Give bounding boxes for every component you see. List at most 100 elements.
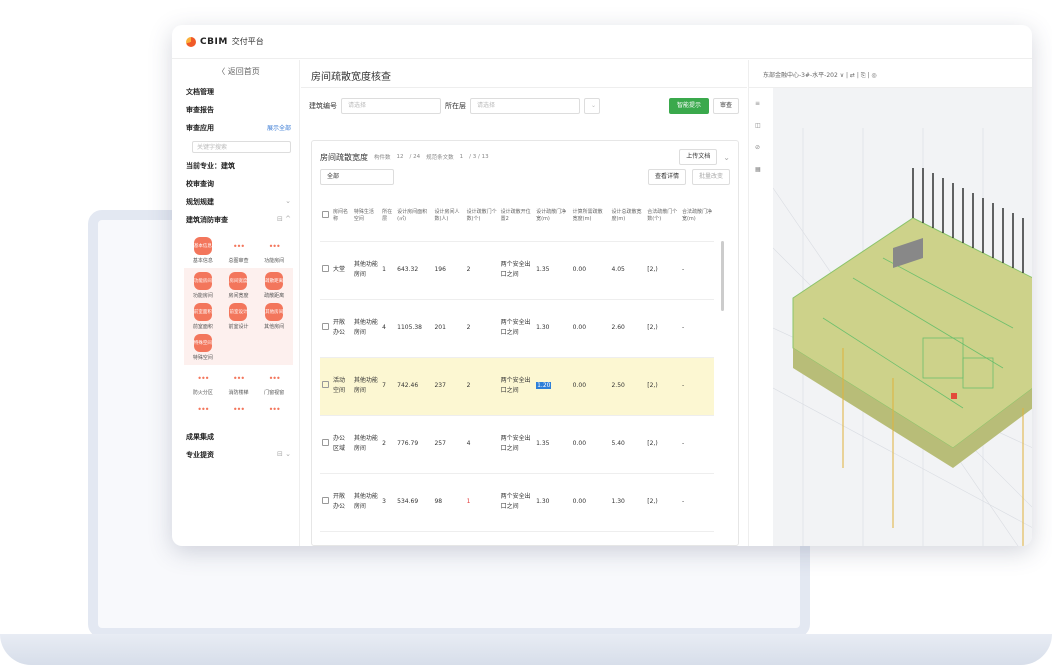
row-checkbox[interactable] [320,473,331,532]
tool-item[interactable]: 特殊空间 特殊空间 [186,334,220,361]
tool-item[interactable]: ••• 总图审查 [222,237,256,264]
floor-select-chevron[interactable]: ⌄ [584,98,600,114]
smart-hint-button[interactable]: 智能提示 [668,98,709,114]
detail-button[interactable]: 查看详情 [647,169,686,185]
table-row[interactable]: 办公区域 其他功能房间 2 776.79 257 4 两个安全出口之间 1.35 0.00 5.4… [320,415,714,474]
column-header: 设计疏散开位置2 [498,191,535,242]
tool-item[interactable]: ••• [186,400,220,420]
tool-item[interactable]: ••• 防火分区 [186,369,220,396]
table-row[interactable]: 开敞办公 其他功能房间 4 1105.38 201 2 两个安全出口之间 1.30 0.00 2.… [320,299,714,358]
result-card: 房间疏散宽度 构件数 12 / 24 规范条文数 1 / 3 / 13 上传文档… [311,140,739,546]
keyword-search-input[interactable]: 关键字搜索 [192,141,291,153]
building-label: 建筑编号 [309,102,337,110]
table-cell: 742.46 [395,357,433,416]
review-button[interactable]: 审查 [712,98,739,114]
show-all-link[interactable]: 展示全部 [267,123,291,133]
table-row[interactable]: 大堂 其他功能房间 1 643.32 196 2 两个安全出口之间 1.35 0.00 4.05[… [320,241,714,300]
model-viewer: 东部金融中心-3#-水平-202 ∨ | ⇄ | ⎘ | ◎ ≡ ◫ ⊘ ▦ [748,60,1032,546]
row-checkbox[interactable] [320,415,331,474]
tool-item[interactable]: 房间宽度 房间宽度 [222,272,256,299]
tool-label: 总图审查 [228,258,249,264]
tool-label: 疏散距离 [264,293,285,299]
upload-doc-button[interactable]: 上传文档 [679,149,718,165]
select-all-checkbox[interactable] [320,191,331,242]
table-cell: 其他功能房间 [351,473,381,532]
sidebar-item-supply[interactable]: 专业提资 ⊟ ⌄ [186,450,291,460]
table-cell: 1.20 [534,357,571,416]
tool-item[interactable]: 前室设计 前室设计 [222,303,256,330]
back-home-link[interactable]: 〈 返回首页 [186,66,291,77]
tool-icon: 其他房间 [265,303,284,321]
table-cell: - [679,473,714,532]
table-scrollbar[interactable] [721,241,724,311]
3d-model-canvas[interactable] [773,88,1032,546]
link-icon[interactable]: ⊘ [755,144,765,151]
sidebar-item-report[interactable]: 审查报告 [186,105,291,115]
viewer-side-tools: ≡ ◫ ⊘ ▦ [755,100,765,173]
list-icon[interactable]: ≡ [755,100,765,107]
table-cell: 其他功能房间 [351,241,381,300]
tool-item[interactable]: ••• 功能房间 [257,237,291,264]
table-cell: 开敞办公 [331,473,352,532]
table-row[interactable]: 活动空间 其他功能房间 7 742.46 237 2 两个安全出口之间 1.20 0.00 2.5… [320,357,714,416]
logo-icon [186,36,196,47]
tool-icon: 特殊空间 [193,334,212,352]
sidebar-item-fire[interactable]: 建筑消防审查 ⊟ ^ [186,215,291,225]
sidebar-item-results[interactable]: 成果集成 [186,432,291,442]
table-cell: 5.40 [609,415,646,474]
tool-icon: ••• [229,237,248,255]
row-checkbox[interactable] [320,299,331,358]
tool-item[interactable]: 前室面积 前室面积 [186,303,220,330]
column-header: 房间名称 [331,191,352,242]
tool-item[interactable]: 功能房间 功能房间 [186,272,220,299]
chevron-down-icon[interactable]: ⌄ [723,153,730,162]
table-cell: 办公区域 [331,415,352,474]
tool-icon: ••• [265,369,284,387]
table-row[interactable]: 开敞办公 其他功能房间 3 534.69 98 1 两个安全出口之间 1.30 0.00 1.30… [320,473,714,532]
grid-icon[interactable]: ▦ [755,166,765,173]
laptop-base [0,634,1052,665]
table-cell: 0.00 [570,473,610,532]
row-checkbox[interactable] [320,241,331,300]
table-cell: 1.35 [534,241,571,300]
sidebar-item-apps[interactable]: 审查应用 展示全部 [186,123,291,133]
table-cell: 1 [380,241,396,300]
viewer-toolbar[interactable]: 东部金融中心-3#-水平-202 ∨ | ⇄ | ⎘ | ◎ [749,60,1032,88]
layer-icon[interactable]: ◫ [755,122,765,129]
table-cell: [2,) [645,473,680,532]
tool-item[interactable]: 疏散距离 疏散距离 [257,272,291,299]
tool-icon: 前室面积 [193,303,212,321]
table-cell: 196 [432,241,465,300]
column-header: 设计总疏散宽度(m) [609,191,646,242]
row-checkbox[interactable] [320,357,331,416]
tool-item[interactable]: 其他房间 其他房间 [257,303,291,330]
tool-item[interactable]: ••• 门窗视窗 [257,369,291,396]
tool-icon: 疏散距离 [265,272,284,290]
tool-grid-room: 功能房间 功能房间 房间宽度 房间宽度 疏散距离 疏散距离 前室面积 前室面积 前室设计 前室设计… [184,268,293,365]
sidebar-item-docs[interactable]: 文档管理 [186,87,291,97]
table-cell: 开敞办公 [331,299,352,358]
tool-item[interactable]: ••• [222,400,256,420]
floor-label: 所在层 [445,102,466,110]
floor-select[interactable]: 请选择 [470,98,580,114]
tool-item[interactable]: ••• [257,400,291,420]
filter-select[interactable]: 全部 [320,169,394,185]
tool-item[interactable]: ••• 消防楼梯 [222,369,256,396]
main-panel: 房间疏散宽度核查 建筑编号 请选择 所在层 请选择 ⌄ 智能提示 审查 房间疏散… [301,60,747,546]
table-cell: 3 [380,473,396,532]
batch-change-button[interactable]: 批量改变 [691,169,730,185]
tool-label: 门窗视窗 [264,390,285,396]
table-cell: 1105.38 [395,299,433,358]
tool-label: 房间宽度 [228,293,249,299]
table-cell: 2 [464,299,499,358]
tool-item[interactable]: 基本信息 基本信息 [186,237,220,264]
column-header: 设计疏散门净宽(m) [534,191,571,242]
table-cell: - [679,415,714,474]
sidebar-item-rules[interactable]: 规划规建 ⌄ [186,197,291,207]
table-cell: 0.00 [570,241,610,300]
sidebar-item-school[interactable]: 校审查询 [186,179,291,189]
collapse-icon: ⊟ ⌄ [277,450,291,458]
card-title: 房间疏散宽度 [320,152,368,162]
building-select[interactable]: 请选择 [341,98,441,114]
table-cell: 1.30 [534,299,571,358]
